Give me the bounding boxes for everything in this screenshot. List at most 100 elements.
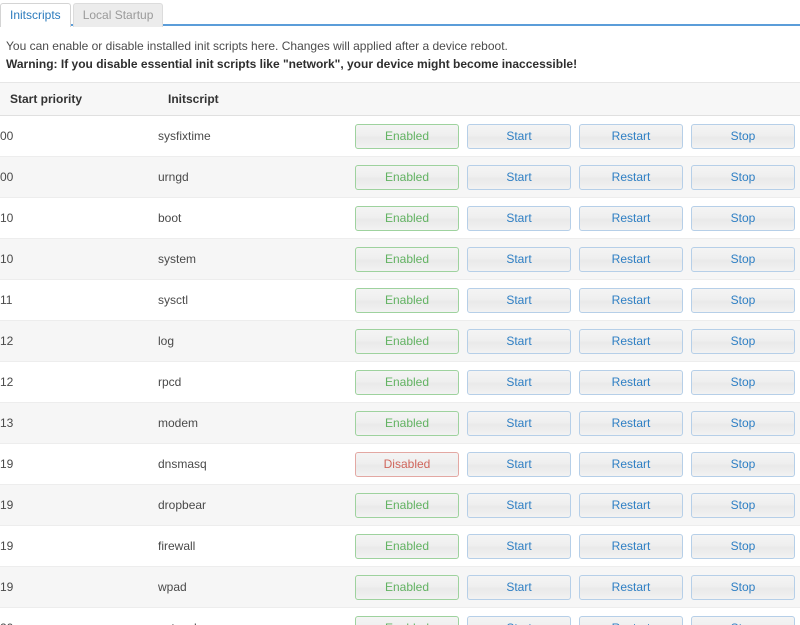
initscripts-table: Start priority Initscript 00 sysfixtime En… bbox=[0, 82, 800, 625]
toggle-enabled-button[interactable]: Enabled bbox=[355, 615, 459, 625]
toggle-enabled-button[interactable]: Enabled bbox=[355, 205, 459, 231]
toggle-disabled-button[interactable]: Disabled bbox=[355, 451, 459, 477]
start-button[interactable]: Start bbox=[467, 205, 571, 231]
restart-button[interactable]: Restart bbox=[579, 287, 683, 313]
action-button-group: Enabled Start Restart Stop bbox=[350, 492, 800, 518]
toggle-enabled-button[interactable]: Enabled bbox=[355, 246, 459, 272]
cell-start-priority: 10 bbox=[0, 197, 158, 239]
restart-button[interactable]: Restart bbox=[579, 615, 683, 625]
restart-button[interactable]: Restart bbox=[579, 164, 683, 190]
table-row: 19 dnsmasq Disabled Start Restart Stop bbox=[0, 443, 800, 485]
table-row: 19 dropbear Enabled Start Restart Stop bbox=[0, 484, 800, 526]
cell-initscript-name: sysctl bbox=[158, 279, 350, 321]
stop-button[interactable]: Stop bbox=[691, 205, 795, 231]
toggle-enabled-button[interactable]: Enabled bbox=[355, 369, 459, 395]
cell-start-priority: 19 bbox=[0, 525, 158, 567]
start-button[interactable]: Start bbox=[467, 410, 571, 436]
cell-initscript-name: dropbear bbox=[158, 484, 350, 526]
cell-start-priority: 00 bbox=[0, 115, 158, 157]
cell-initscript-name: wpad bbox=[158, 566, 350, 608]
start-button[interactable]: Start bbox=[467, 533, 571, 559]
action-button-group: Enabled Start Restart Stop bbox=[350, 246, 800, 272]
stop-button[interactable]: Stop bbox=[691, 574, 795, 600]
stop-button[interactable]: Stop bbox=[691, 287, 795, 313]
stop-button[interactable]: Stop bbox=[691, 369, 795, 395]
cell-start-priority: 20 bbox=[0, 607, 158, 625]
restart-button[interactable]: Restart bbox=[579, 574, 683, 600]
cell-start-priority: 19 bbox=[0, 484, 158, 526]
action-button-group: Enabled Start Restart Stop bbox=[350, 205, 800, 231]
cell-initscript-name: boot bbox=[158, 197, 350, 239]
action-button-group: Disabled Start Restart Stop bbox=[350, 451, 800, 477]
stop-button[interactable]: Stop bbox=[691, 615, 795, 625]
cell-start-priority: 19 bbox=[0, 443, 158, 485]
start-button[interactable]: Start bbox=[467, 574, 571, 600]
action-button-group: Enabled Start Restart Stop bbox=[350, 123, 800, 149]
table-row: 12 log Enabled Start Restart Stop bbox=[0, 320, 800, 362]
start-button[interactable]: Start bbox=[467, 287, 571, 313]
toggle-enabled-button[interactable]: Enabled bbox=[355, 492, 459, 518]
start-button[interactable]: Start bbox=[467, 615, 571, 625]
restart-button[interactable]: Restart bbox=[579, 369, 683, 395]
stop-button[interactable]: Stop bbox=[691, 451, 795, 477]
cell-initscript-name: system bbox=[158, 238, 350, 280]
stop-button[interactable]: Stop bbox=[691, 492, 795, 518]
start-button[interactable]: Start bbox=[467, 246, 571, 272]
toggle-enabled-button[interactable]: Enabled bbox=[355, 123, 459, 149]
table-head: Start priority Initscript bbox=[0, 82, 800, 116]
cell-start-priority: 19 bbox=[0, 566, 158, 608]
column-header-actions bbox=[350, 82, 800, 116]
stop-button[interactable]: Stop bbox=[691, 246, 795, 272]
toggle-enabled-button[interactable]: Enabled bbox=[355, 410, 459, 436]
stop-button[interactable]: Stop bbox=[691, 410, 795, 436]
tab-initscripts[interactable]: Initscripts bbox=[0, 3, 71, 27]
restart-button[interactable]: Restart bbox=[579, 410, 683, 436]
cell-actions: Disabled Start Restart Stop bbox=[350, 443, 800, 485]
restart-button[interactable]: Restart bbox=[579, 328, 683, 354]
toggle-enabled-button[interactable]: Enabled bbox=[355, 533, 459, 559]
toggle-enabled-button[interactable]: Enabled bbox=[355, 574, 459, 600]
tab-local-startup[interactable]: Local Startup bbox=[72, 3, 164, 27]
start-button[interactable]: Start bbox=[467, 451, 571, 477]
intro-text-block: You can enable or disable installed init… bbox=[0, 26, 800, 82]
table-row: 20network Enabled Start Restart Stop bbox=[0, 607, 800, 625]
action-button-group: Enabled Start Restart Stop bbox=[350, 328, 800, 354]
table-row: 00 sysfixtime Enabled Start Restart Stop bbox=[0, 115, 800, 157]
start-button[interactable]: Start bbox=[467, 369, 571, 395]
stop-button[interactable]: Stop bbox=[691, 328, 795, 354]
stop-button[interactable]: Stop bbox=[691, 533, 795, 559]
cell-start-priority: 12 bbox=[0, 361, 158, 403]
restart-button[interactable]: Restart bbox=[579, 123, 683, 149]
table-row: 00 urngd Enabled Start Restart Stop bbox=[0, 156, 800, 198]
toggle-enabled-button[interactable]: Enabled bbox=[355, 328, 459, 354]
cell-actions: Enabled Start Restart Stop bbox=[350, 566, 800, 608]
table-header-row: Start priority Initscript bbox=[0, 82, 800, 116]
toggle-enabled-button[interactable]: Enabled bbox=[355, 164, 459, 190]
start-button[interactable]: Start bbox=[467, 123, 571, 149]
start-button[interactable]: Start bbox=[467, 164, 571, 190]
cell-initscript-name: sysfixtime bbox=[158, 115, 350, 157]
restart-button[interactable]: Restart bbox=[579, 533, 683, 559]
restart-button[interactable]: Restart bbox=[579, 492, 683, 518]
restart-button[interactable]: Restart bbox=[579, 205, 683, 231]
restart-button[interactable]: Restart bbox=[579, 246, 683, 272]
stop-button[interactable]: Stop bbox=[691, 123, 795, 149]
tab-list: Initscripts Local Startup bbox=[0, 0, 800, 27]
start-button[interactable]: Start bbox=[467, 492, 571, 518]
stop-button[interactable]: Stop bbox=[691, 164, 795, 190]
toggle-enabled-button[interactable]: Enabled bbox=[355, 287, 459, 313]
table-row: 10 system Enabled Start Restart Stop bbox=[0, 238, 800, 280]
action-button-group: Enabled Start Restart Stop bbox=[350, 369, 800, 395]
start-button[interactable]: Start bbox=[467, 328, 571, 354]
cell-start-priority: 13 bbox=[0, 402, 158, 444]
tab-bar: Initscripts Local Startup bbox=[0, 0, 800, 27]
cell-start-priority: 11 bbox=[0, 279, 158, 321]
table-row: 12 rpcd Enabled Start Restart Stop bbox=[0, 361, 800, 403]
cell-actions: Enabled Start Restart Stop bbox=[350, 115, 800, 157]
cell-actions: Enabled Start Restart Stop bbox=[350, 156, 800, 198]
table-row: 19 firewall Enabled Start Restart Stop bbox=[0, 525, 800, 567]
action-button-group: Enabled Start Restart Stop bbox=[350, 164, 800, 190]
cell-initscript-name: rpcd bbox=[158, 361, 350, 403]
table-row: 11 sysctl Enabled Start Restart Stop bbox=[0, 279, 800, 321]
restart-button[interactable]: Restart bbox=[579, 451, 683, 477]
